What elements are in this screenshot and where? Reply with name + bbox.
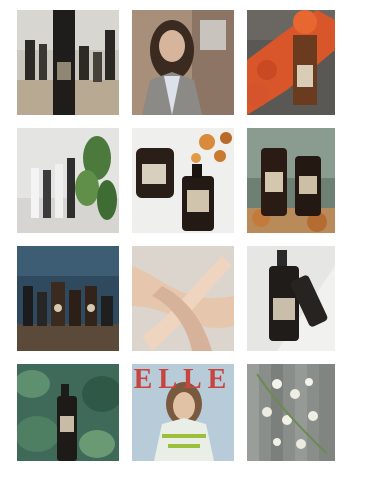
photo-tile-orange-flowers[interactable] (247, 10, 335, 115)
photo-grid: ELLE (17, 10, 363, 486)
dried-flowers-image (132, 128, 234, 233)
photo-tile-silk-hands[interactable] (132, 246, 234, 351)
photo-tile-portrait[interactable] (132, 10, 234, 115)
portrait-image (132, 10, 234, 115)
photo-tile-white-flowers[interactable] (247, 364, 335, 461)
photo-tile-oil-bottles[interactable] (17, 10, 119, 115)
silk-hands-image (132, 246, 234, 351)
orange-flowers-image (247, 10, 335, 115)
photo-tile-magazine[interactable]: ELLE (132, 364, 234, 461)
display-stand-image (17, 246, 119, 351)
bottles-table-image (247, 128, 335, 233)
white-flowers-image (247, 364, 335, 461)
photo-tile-dried-flowers[interactable] (132, 128, 234, 233)
photo-tile-display-stand[interactable] (17, 246, 119, 351)
photo-tile-pump-bottle[interactable] (247, 246, 335, 351)
spray-plants-image (17, 364, 119, 461)
magazine-title: ELLE (133, 364, 233, 395)
leaves-tubes-image (17, 128, 119, 233)
photo-tile-spray-plants[interactable] (17, 364, 119, 461)
photo-tile-leaves-tubes[interactable] (17, 128, 119, 233)
pump-bottle-image (247, 246, 335, 351)
photo-tile-bottles-table[interactable] (247, 128, 335, 233)
oil-bottles-image (17, 10, 119, 115)
